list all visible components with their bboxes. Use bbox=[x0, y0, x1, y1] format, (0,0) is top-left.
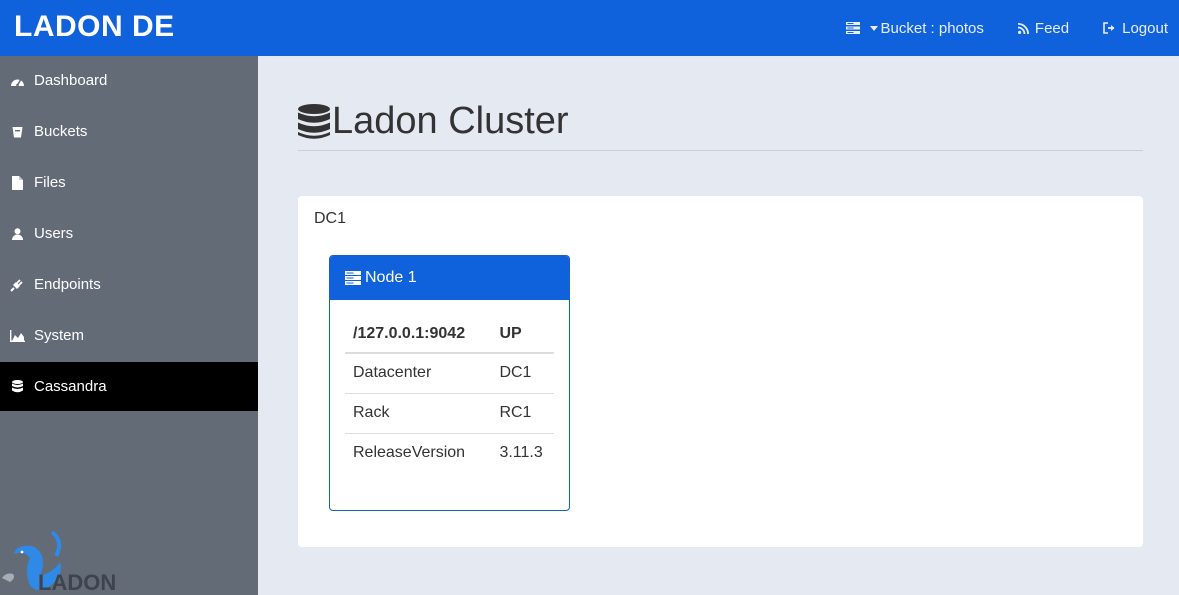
sidebar-item-endpoints[interactable]: Endpoints bbox=[0, 260, 258, 309]
sidebar-item-label: Cassandra bbox=[34, 378, 107, 395]
datacenter-name: DC1 bbox=[314, 210, 347, 227]
row-value: RC1 bbox=[491, 392, 554, 433]
sidebar-item-label: Endpoints bbox=[34, 276, 101, 293]
rss-icon bbox=[1017, 22, 1029, 34]
user-icon bbox=[9, 227, 25, 240]
sidebar-item-label: Dashboard bbox=[34, 72, 108, 89]
row-value: 3.11.3 bbox=[491, 432, 554, 473]
server-list-icon bbox=[845, 22, 860, 34]
logo-wordmark: LADON bbox=[38, 570, 116, 595]
caret-down-icon bbox=[869, 25, 878, 31]
logout-link[interactable]: Logout bbox=[1103, 20, 1168, 37]
sidebar-item-label: Files bbox=[34, 174, 66, 191]
brand-title[interactable]: LADON DE bbox=[14, 10, 175, 44]
feed-label: Feed bbox=[1034, 19, 1070, 37]
page-title: Ladon Cluster bbox=[298, 100, 569, 143]
server-icon bbox=[345, 271, 361, 285]
sidebar-item-buckets[interactable]: Buckets bbox=[0, 107, 258, 156]
table-header-row: /127.0.0.1:9042 UP bbox=[345, 315, 554, 354]
sidebar-item-system[interactable]: System bbox=[0, 311, 258, 360]
sidebar-item-files[interactable]: Files bbox=[0, 158, 258, 207]
node-title: Node 1 bbox=[365, 269, 417, 286]
dashboard-icon bbox=[9, 75, 25, 87]
node-address: /127.0.0.1:9042 bbox=[345, 315, 492, 354]
sidebar-item-dashboard[interactable]: Dashboard bbox=[0, 56, 258, 105]
sidebar-item-label: System bbox=[34, 327, 85, 344]
bucket-label: Bucket : photos bbox=[880, 19, 984, 37]
node-card: Node 1 /127.0.0.1:9042 UP Datacenter DC1… bbox=[329, 255, 570, 511]
bucket-dropdown[interactable]: Bucket : photos bbox=[845, 19, 984, 37]
table-row: Rack RC1 bbox=[345, 392, 554, 433]
ladon-logo: LADON bbox=[0, 526, 130, 595]
logout-label: Logout bbox=[1122, 19, 1168, 37]
sidebar-item-label: Buckets bbox=[34, 123, 88, 140]
bucket-icon bbox=[9, 126, 25, 138]
page-title-text: Ladon Cluster bbox=[332, 100, 569, 142]
top-nav: Bucket : photos Feed Logout bbox=[812, 0, 1168, 56]
title-divider bbox=[298, 150, 1143, 151]
file-icon bbox=[9, 175, 25, 190]
feed-link[interactable]: Feed bbox=[1017, 19, 1070, 37]
sidebar-item-label: Users bbox=[34, 225, 74, 242]
area-chart-icon bbox=[9, 329, 25, 342]
row-key: Rack bbox=[345, 392, 492, 433]
table-row: Datacenter DC1 bbox=[345, 353, 554, 393]
node-status: UP bbox=[491, 315, 554, 354]
sidebar-item-users[interactable]: Users bbox=[0, 209, 258, 258]
datacenter-panel: DC1 Node 1 /127.0.0.1:9042 UP Datacenter bbox=[298, 196, 1143, 547]
row-key: ReleaseVersion bbox=[345, 432, 492, 473]
node-card-header: Node 1 bbox=[330, 256, 569, 300]
main-content: Ladon Cluster DC1 Node 1 /127.0.0.1:9042… bbox=[258, 56, 1179, 595]
top-navbar: LADON DE Bucket : photos Feed Logout bbox=[0, 0, 1179, 56]
sidebar-item-cassandra[interactable]: Cassandra bbox=[0, 362, 258, 411]
database-icon bbox=[9, 380, 25, 393]
sidebar: Dashboard Buckets Files Users Endpoints … bbox=[0, 56, 258, 595]
sign-out-icon bbox=[1103, 22, 1116, 34]
database-icon bbox=[298, 103, 330, 140]
row-value: DC1 bbox=[499, 364, 532, 382]
table-row: ReleaseVersion 3.11.3 bbox=[345, 432, 554, 473]
plug-icon bbox=[9, 278, 25, 292]
row-key: Datacenter bbox=[353, 364, 432, 382]
node-info-table: /127.0.0.1:9042 UP Datacenter DC1 Rack R… bbox=[345, 315, 554, 473]
